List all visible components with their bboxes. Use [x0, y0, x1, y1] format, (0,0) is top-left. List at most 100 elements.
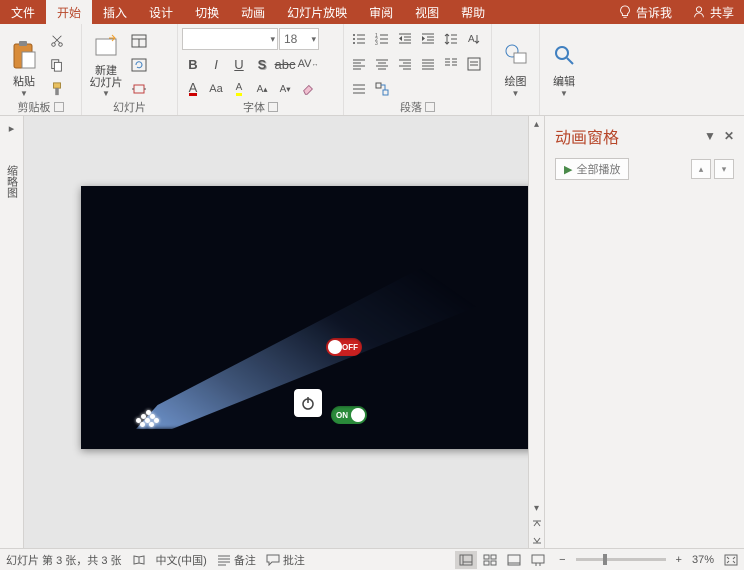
eraser-icon: [301, 82, 315, 96]
sorter-view-button[interactable]: [479, 551, 501, 569]
zoom-in-button[interactable]: +: [676, 554, 682, 566]
editing-button[interactable]: 编辑 ▼: [544, 26, 584, 98]
slide-info[interactable]: 幻灯片 第 3 张，共 3 张: [6, 552, 122, 568]
reading-icon: [507, 554, 521, 566]
comment-icon: [266, 554, 280, 566]
dec-indent-button[interactable]: [394, 28, 416, 50]
new-slide-button[interactable]: 新建 幻灯片 ▼: [86, 26, 126, 98]
paste-button[interactable]: 粘贴 ▼: [4, 26, 44, 98]
bullets-button[interactable]: [348, 28, 370, 50]
zoom-slider[interactable]: [576, 558, 666, 561]
clear-format-button[interactable]: [297, 78, 319, 100]
spell-check-button[interactable]: [132, 553, 146, 567]
notes-button[interactable]: 备注: [217, 552, 256, 568]
shrink-font-button[interactable]: A▾: [274, 78, 296, 100]
slide-canvas[interactable]: OFF ON: [24, 116, 528, 548]
grow-font-button[interactable]: A▴: [251, 78, 273, 100]
distribute-h-button[interactable]: [348, 78, 370, 100]
reading-view-button[interactable]: [503, 551, 525, 569]
char-spacing-button[interactable]: AV↔: [297, 53, 319, 75]
numbering-button[interactable]: 123: [371, 28, 393, 50]
menu-tab-4[interactable]: 切换: [184, 0, 230, 24]
play-all-button[interactable]: ▶ 全部播放: [555, 158, 629, 180]
zoom-out-button[interactable]: −: [559, 554, 565, 566]
scroll-down-icon[interactable]: ▾: [529, 500, 544, 516]
fit-button[interactable]: [724, 554, 738, 566]
move-down-button[interactable]: ▾: [714, 159, 734, 179]
align-text-button[interactable]: [463, 53, 485, 75]
text-direction-icon: A: [467, 32, 481, 46]
menu-tab-9[interactable]: 帮助: [450, 0, 496, 24]
normal-view-icon: [459, 554, 473, 566]
toggle-off[interactable]: OFF: [326, 338, 362, 356]
tellme[interactable]: 告诉我: [608, 4, 682, 21]
menu-tab-6[interactable]: 幻灯片放映: [276, 0, 358, 24]
fit-icon: [724, 554, 738, 566]
cut-button[interactable]: [46, 30, 68, 52]
normal-view-button[interactable]: [455, 551, 477, 569]
section-button[interactable]: [128, 78, 150, 100]
thumbnails-label: 缩略图: [4, 165, 20, 198]
smartart-button[interactable]: [371, 78, 393, 100]
strike-button[interactable]: abc: [274, 53, 296, 75]
align-right-button[interactable]: [394, 53, 416, 75]
align-left-icon: [352, 57, 366, 71]
italic-button[interactable]: I: [205, 53, 227, 75]
scroll-up-icon[interactable]: ▴: [529, 116, 544, 132]
language[interactable]: 中文(中国): [156, 552, 207, 568]
menu-tab-0[interactable]: 文件: [0, 0, 46, 24]
menu-tab-8[interactable]: 视图: [404, 0, 450, 24]
dialog-launcher-icon[interactable]: [268, 102, 278, 112]
underline-button[interactable]: U: [228, 53, 250, 75]
menu-tab-7[interactable]: 审阅: [358, 0, 404, 24]
highlight-button[interactable]: A: [228, 78, 250, 100]
pane-close-button[interactable]: ✕: [724, 129, 734, 143]
inc-indent-button[interactable]: [417, 28, 439, 50]
group-clipboard: 粘贴 ▼ 剪贴板: [0, 24, 82, 115]
copy-button[interactable]: [46, 54, 68, 76]
align-center-button[interactable]: [371, 53, 393, 75]
power-button[interactable]: [294, 389, 322, 417]
drawing-button[interactable]: 绘图 ▼: [496, 26, 535, 98]
font-size-combo[interactable]: 18▾: [279, 28, 319, 50]
bold-button[interactable]: B: [182, 53, 204, 75]
shadow-button[interactable]: S: [251, 53, 273, 75]
vertical-scrollbar[interactable]: ▴ ▾: [528, 116, 544, 548]
menu-tab-2[interactable]: 插入: [92, 0, 138, 24]
columns-icon: [444, 57, 458, 71]
play-all-label: 全部播放: [576, 161, 620, 177]
font-name-combo[interactable]: ▾: [182, 28, 278, 50]
share-button[interactable]: 共享: [682, 4, 744, 21]
menu-tab-1[interactable]: 开始: [46, 0, 92, 24]
pane-options-button[interactable]: ▼: [704, 129, 716, 143]
format-painter-button[interactable]: [46, 78, 68, 100]
slide[interactable]: OFF ON: [81, 186, 528, 449]
zoom-value[interactable]: 37%: [692, 554, 714, 566]
dialog-launcher-icon[interactable]: [54, 102, 64, 112]
reset-button[interactable]: [128, 54, 150, 76]
text-direction-button[interactable]: A: [463, 28, 485, 50]
menu-tab-3[interactable]: 设计: [138, 0, 184, 24]
layout-button[interactable]: [128, 30, 150, 52]
paragraph-label: 段落: [400, 99, 422, 115]
line-spacing-button[interactable]: [440, 28, 462, 50]
change-case-button[interactable]: Aa: [205, 78, 227, 100]
dialog-launcher-icon[interactable]: [425, 102, 435, 112]
align-left-button[interactable]: [348, 53, 370, 75]
font-color-button[interactable]: A: [182, 78, 204, 100]
tellme-label: 告诉我: [636, 4, 672, 21]
toggle-on[interactable]: ON: [331, 406, 367, 424]
slideshow-icon: [531, 554, 545, 566]
justify-button[interactable]: [417, 53, 439, 75]
pane-title: 动画窗格: [555, 124, 619, 148]
prev-slide-button[interactable]: [529, 516, 544, 532]
menu-tab-5[interactable]: 动画: [230, 0, 276, 24]
thumbnails-panel-collapsed[interactable]: ▸ 缩略图: [0, 116, 24, 548]
next-slide-button[interactable]: [529, 532, 544, 548]
columns-button[interactable]: [440, 53, 462, 75]
notes-icon: [217, 554, 231, 566]
drawing-group-label: [496, 100, 535, 114]
comments-button[interactable]: 批注: [266, 552, 305, 568]
slideshow-view-button[interactable]: [527, 551, 549, 569]
move-up-button[interactable]: ▴: [691, 159, 711, 179]
